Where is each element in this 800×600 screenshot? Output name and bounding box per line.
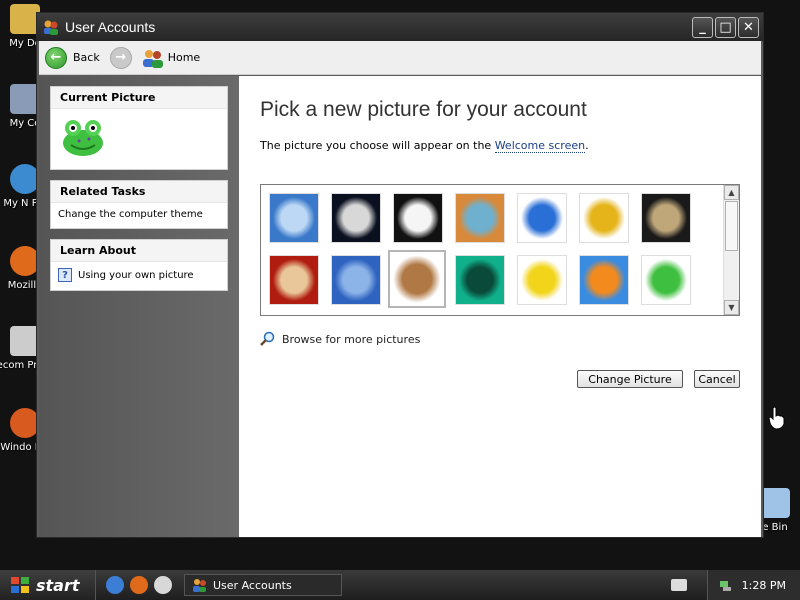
start-label: start xyxy=(36,575,80,595)
network-status-icon[interactable] xyxy=(718,578,732,592)
start-button[interactable]: start xyxy=(0,570,96,600)
taskbar-button-user-accounts[interactable]: User Accounts xyxy=(184,574,342,596)
picture-thumbnail xyxy=(270,256,318,304)
picture-thumbnail xyxy=(270,194,318,242)
panel-heading: Current Picture xyxy=(51,87,227,109)
browse-label: Browse for more pictures xyxy=(282,332,421,346)
magnifier-icon xyxy=(260,331,275,346)
clock: 1:28 PM xyxy=(741,578,786,592)
picture-thumbnail xyxy=(456,194,504,242)
scroll-down-icon: ▼ xyxy=(728,303,735,312)
picture-thumbnail xyxy=(456,256,504,304)
picture-option-chess[interactable] xyxy=(269,255,319,305)
scroll-up-button[interactable]: ▲ xyxy=(724,185,739,200)
window-title: User Accounts xyxy=(65,19,156,35)
user-accounts-window: User Accounts _ □ ✕ ← Back → Home Curren… xyxy=(36,12,785,538)
maximize-icon: □ xyxy=(719,19,732,35)
help-icon: ? xyxy=(58,268,72,282)
current-picture-panel: Current Picture xyxy=(50,86,228,170)
home-label: Home xyxy=(167,51,201,64)
forward-arrow-icon: → xyxy=(109,46,132,69)
description-prefix: The picture you choose will appear on th… xyxy=(260,139,495,152)
picture-option-dog[interactable] xyxy=(388,250,446,308)
cancel-button[interactable]: Cancel xyxy=(694,370,740,388)
current-picture-frog xyxy=(59,115,107,159)
navigation-toolbar: ← Back → Home xyxy=(39,41,761,75)
picture-thumbnail xyxy=(580,194,628,242)
panel-heading: Related Tasks xyxy=(51,181,227,203)
minimize-button[interactable]: _ xyxy=(692,16,713,38)
picture-thumbnail xyxy=(518,256,566,304)
picture-list[interactable]: ▲ ▼ xyxy=(260,184,740,316)
picture-thumbnail xyxy=(390,252,444,306)
hand-cursor-icon xyxy=(768,406,785,430)
description-text: The picture you choose will appear on th… xyxy=(260,139,761,153)
picture-option-beach-chairs[interactable] xyxy=(455,193,505,243)
picture-list-scrollbar[interactable]: ▲ ▼ xyxy=(723,185,739,315)
back-label: Back xyxy=(73,51,100,64)
picture-option-butterfly[interactable] xyxy=(517,193,567,243)
taskbar-button-label: User Accounts xyxy=(213,578,292,592)
recycle-bin-icon xyxy=(760,488,790,518)
title-bar[interactable]: User Accounts _ □ ✕ xyxy=(37,13,763,41)
page-title: Pick a new picture for your account xyxy=(260,98,587,121)
picture-option-astronaut[interactable] xyxy=(331,193,381,243)
help-link-label: Using your own picture xyxy=(78,269,194,281)
picture-thumbnail xyxy=(580,256,628,304)
task-pane: Current Picture Related Tasks Change the… xyxy=(39,76,239,537)
forward-button[interactable]: → xyxy=(109,46,132,69)
using-own-picture-link[interactable]: ? Using your own picture xyxy=(58,268,220,282)
scroll-thumb[interactable] xyxy=(725,201,738,251)
back-arrow-icon: ← xyxy=(45,46,67,69)
browse-pictures-link[interactable]: Browse for more pictures xyxy=(260,331,420,347)
home-button[interactable]: Home xyxy=(142,48,200,68)
picture-thumbnail xyxy=(518,194,566,242)
picture-thumbnail xyxy=(642,256,690,304)
quick-launch xyxy=(106,576,172,594)
firefox-icon[interactable] xyxy=(130,576,148,594)
picture-option-frog[interactable] xyxy=(641,255,691,305)
picture-option-fish[interactable] xyxy=(579,255,629,305)
picture-option-duck[interactable] xyxy=(517,255,567,305)
close-button[interactable]: ✕ xyxy=(738,16,759,38)
welcome-screen-link[interactable]: Welcome screen xyxy=(494,139,586,153)
taskbar: start User Accounts 1:28 PM xyxy=(0,570,800,600)
picture-option-soccer-ball[interactable] xyxy=(393,193,443,243)
close-icon: ✕ xyxy=(743,19,754,35)
picture-option-drip[interactable] xyxy=(455,255,505,305)
learn-about-panel: Learn About ? Using your own picture xyxy=(50,239,228,291)
scroll-up-icon: ▲ xyxy=(728,188,735,197)
picture-option-dirt-bike[interactable] xyxy=(331,255,381,305)
picture-thumbnail xyxy=(394,194,442,242)
picture-option-race-car[interactable] xyxy=(579,193,629,243)
internet-explorer-icon[interactable] xyxy=(106,576,124,594)
picture-option-owl[interactable] xyxy=(641,193,691,243)
user-accounts-icon xyxy=(193,579,206,592)
picture-option-airplane[interactable] xyxy=(269,193,319,243)
panel-heading: Learn About xyxy=(51,240,227,262)
media-player-icon[interactable] xyxy=(154,576,172,594)
picture-thumbnail xyxy=(332,256,380,304)
minimize-icon: _ xyxy=(699,19,706,35)
windows-logo-icon xyxy=(11,577,29,593)
back-button[interactable]: ← Back xyxy=(45,46,100,69)
maximize-button[interactable]: □ xyxy=(715,16,736,38)
change-theme-link[interactable]: Change the computer theme xyxy=(58,209,220,220)
scroll-down-button[interactable]: ▼ xyxy=(724,300,739,315)
user-accounts-icon xyxy=(43,19,59,35)
related-tasks-panel: Related Tasks Change the computer theme xyxy=(50,180,228,229)
change-picture-button[interactable]: Change Picture xyxy=(577,370,683,388)
picture-thumbnail xyxy=(642,194,690,242)
description-suffix: . xyxy=(585,139,589,152)
home-users-icon xyxy=(142,48,164,68)
picture-thumbnail xyxy=(332,194,380,242)
keyboard-icon[interactable] xyxy=(670,579,687,591)
main-pane: Pick a new picture for your account The … xyxy=(239,76,785,537)
system-tray: 1:28 PM xyxy=(670,570,800,600)
